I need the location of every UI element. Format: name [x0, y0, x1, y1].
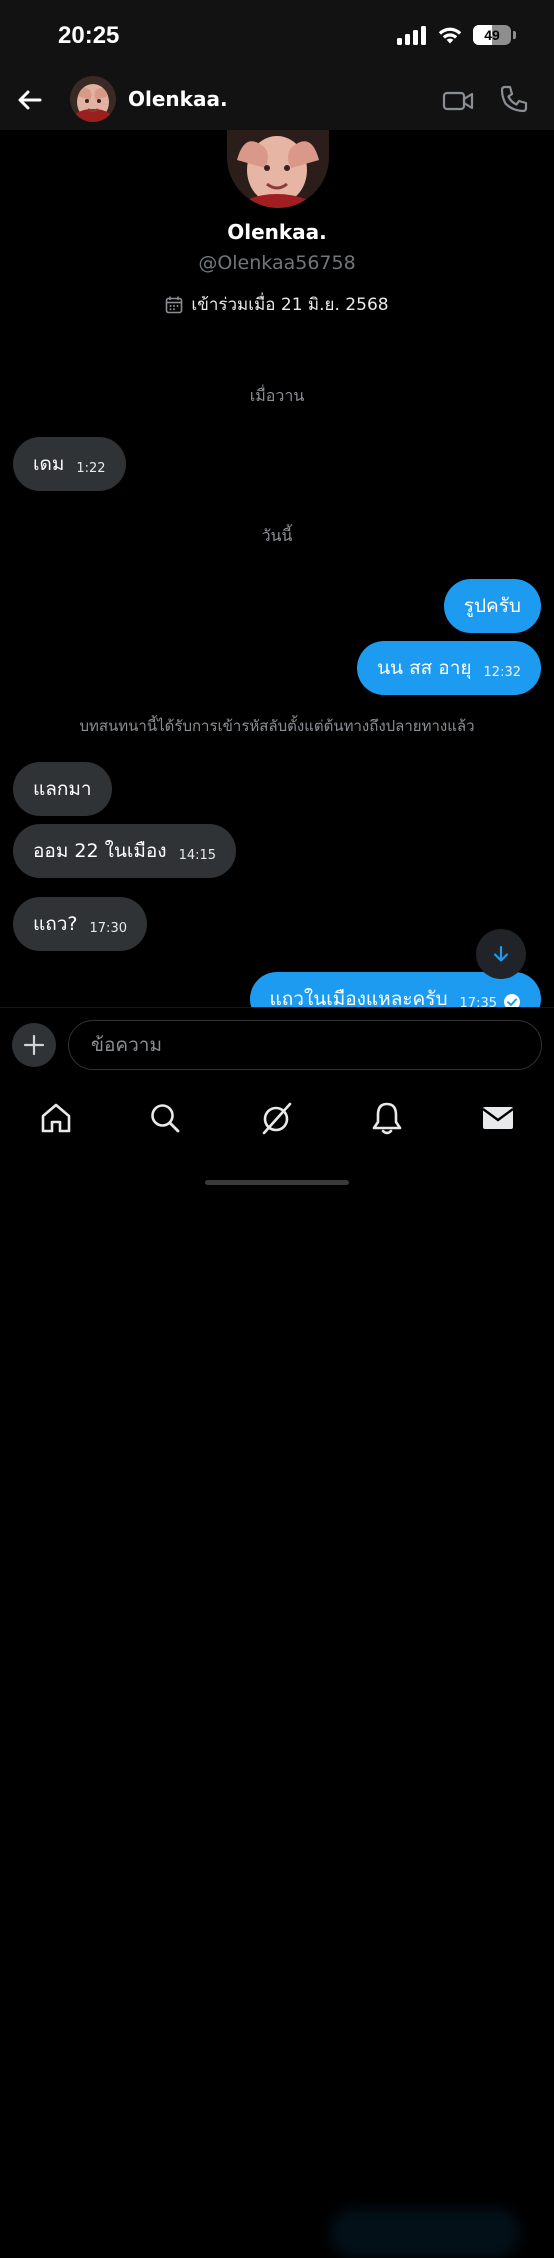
message-text: แถว? [33, 913, 78, 935]
profile-avatar[interactable] [227, 130, 329, 208]
message-bubble-outgoing[interactable]: รูปครับ [443, 579, 541, 633]
tab-messages[interactable] [480, 1100, 516, 1136]
profile-handle: @Olenkaa56758 [198, 252, 356, 274]
status-time: 20:25 [58, 22, 120, 49]
message-time: 1:22 [76, 460, 106, 476]
scroll-to-bottom-button[interactable] [476, 929, 526, 979]
message-time: 14:15 [178, 847, 217, 863]
profile-photo [227, 130, 329, 208]
avatar-photo [70, 76, 116, 122]
message-bubble-incoming[interactable]: แลกมา [13, 762, 112, 816]
voice-call-button[interactable] [498, 83, 530, 115]
arrow-down-icon [493, 945, 509, 962]
date-separator-yesterday: เมื่อวาน [249, 386, 305, 405]
video-call-button[interactable] [442, 85, 474, 117]
signal-icon [397, 26, 426, 45]
home-indicator [205, 1180, 349, 1185]
message-bubble-incoming[interactable]: ออม 22 ในเมือง 14:15 [13, 824, 237, 878]
message-bubble-incoming[interactable]: เดม 1:22 [13, 437, 126, 491]
message-text: เดม [33, 453, 65, 475]
message-input[interactable] [68, 1020, 542, 1070]
bottom-tab-bar [0, 1088, 554, 2258]
add-attachment-button[interactable] [12, 1023, 56, 1067]
joined-date: เข้าร่วมเมื่อ 21 มิ.ย. 2568 [191, 295, 389, 315]
date-separator-today: วันนี้ [261, 526, 293, 545]
profile-name: Olenkaa. [227, 220, 327, 244]
contact-name[interactable]: Olenkaa. [128, 87, 228, 111]
battery-level: 49 [484, 27, 500, 43]
message-time: 12:32 [483, 664, 521, 680]
back-button[interactable] [14, 84, 46, 116]
status-bar: 20:25 49 [0, 0, 554, 70]
tab-search[interactable] [147, 1100, 183, 1136]
wifi-icon [438, 27, 462, 44]
profile-joined: เข้าร่วมเมื่อ 21 มิ.ย. 2568 [0, 291, 554, 318]
conversation-header: Olenkaa. [0, 70, 554, 130]
message-composer [0, 1007, 554, 1088]
tab-notifications[interactable] [369, 1100, 405, 1136]
message-text: ออม 22 ในเมือง [33, 840, 167, 862]
tab-home[interactable] [38, 1100, 74, 1136]
tab-grok[interactable] [259, 1100, 295, 1136]
battery-indicator: 49 [473, 25, 511, 45]
encryption-notice: บทสนทนานี้ได้รับการเข้ารหัสลับตั้งแต่ต้น… [79, 717, 475, 735]
message-text: แลกมา [33, 778, 92, 800]
battery-tip [513, 31, 516, 39]
plus-icon [23, 1034, 45, 1056]
message-text: รูปครับ [463, 595, 521, 617]
message-bubble-incoming[interactable]: แถว? 17:30 [13, 897, 147, 951]
header-avatar[interactable] [70, 76, 116, 122]
message-bubble-outgoing[interactable]: นน สส อายุ 12:32 [357, 641, 541, 695]
calendar-icon [166, 296, 183, 313]
background-glow [330, 2208, 520, 2258]
status-icons: 49 [397, 25, 516, 45]
message-text: นน สส อายุ [377, 657, 472, 679]
message-time: 17:30 [89, 920, 127, 936]
